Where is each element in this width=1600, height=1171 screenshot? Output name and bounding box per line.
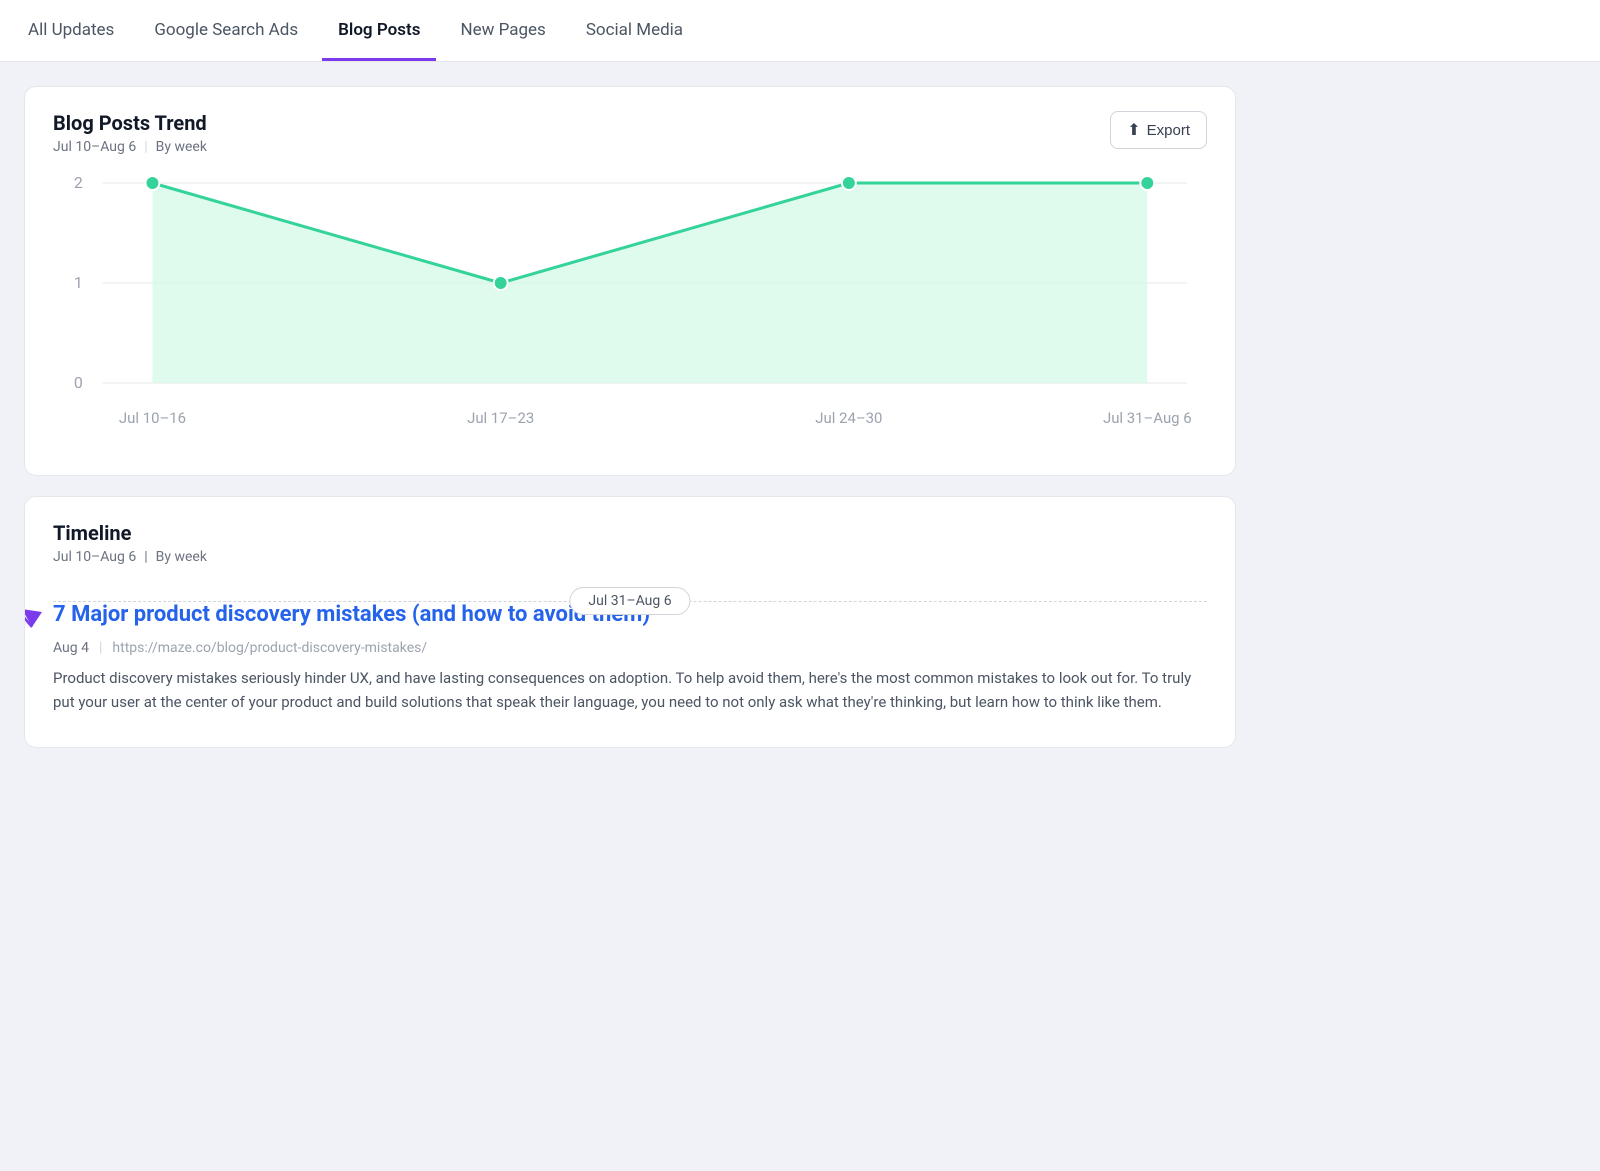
blog-post-url[interactable]: https://maze.co/blog/product-discovery-m… [112, 640, 427, 656]
timeline-separator: | [144, 549, 147, 565]
nav-tab-google-search-ads[interactable]: Google Search Ads [138, 0, 314, 61]
timeline-header: Timeline Jul 10–Aug 6 | By week [25, 497, 1235, 573]
svg-text:0: 0 [74, 373, 83, 392]
svg-text:Jul 31–Aug 6: Jul 31–Aug 6 [1103, 409, 1192, 427]
trend-date-range: Jul 10–Aug 6 [53, 139, 136, 155]
timeline-card: Timeline Jul 10–Aug 6 | By week Jul 31–A… [24, 496, 1236, 748]
export-button[interactable]: ⬆ Export [1110, 111, 1207, 149]
svg-text:1: 1 [74, 273, 83, 292]
svg-text:Jul 10–16: Jul 10–16 [119, 409, 186, 427]
trend-card: Blog Posts Trend Jul 10–Aug 6 | By week … [24, 86, 1236, 476]
trend-card-title: Blog Posts Trend [53, 111, 207, 135]
timeline-subtitle: Jul 10–Aug 6 | By week [53, 549, 1207, 565]
blog-post-description: Product discovery mistakes seriously hin… [53, 666, 1207, 716]
svg-text:Jul 24–30: Jul 24–30 [815, 409, 882, 427]
timeline-date-range: Jul 10–Aug 6 [53, 549, 136, 565]
trend-by-week: By week [156, 139, 207, 155]
svg-text:Jul 17–23: Jul 17–23 [467, 409, 534, 427]
export-label: Export [1147, 122, 1190, 139]
chart-container: 2 1 0 Jul 10–16 Jul 17–23 Jul 24–30 [25, 163, 1235, 475]
trend-separator: | [144, 139, 147, 155]
export-icon: ⬆ [1127, 120, 1140, 140]
trend-card-subtitle: Jul 10–Aug 6 | By week [53, 139, 207, 155]
nav-tab-social-media[interactable]: Social Media [570, 0, 699, 61]
nav-tab-blog-posts[interactable]: Blog Posts [322, 0, 436, 61]
timeline-title: Timeline [53, 521, 1207, 545]
blog-post-meta: Aug 4 | https://maze.co/blog/product-dis… [53, 640, 1207, 656]
timeline-content: Jul 31–Aug 6 7 Major product discovery m… [25, 601, 1235, 747]
blog-post-meta-sep: | [99, 640, 102, 656]
trend-chart: 2 1 0 Jul 10–16 Jul 17–23 Jul 24–30 [53, 163, 1207, 443]
nav-tabs: All UpdatesGoogle Search AdsBlog PostsNe… [0, 0, 1600, 62]
blog-post-item: 7 Major product discovery mistakes (and … [53, 601, 1207, 715]
nav-tab-all-updates[interactable]: All Updates [24, 0, 130, 61]
timeline-by-week: By week [156, 549, 207, 565]
nav-tab-new-pages[interactable]: New Pages [444, 0, 561, 61]
svg-text:2: 2 [74, 173, 83, 192]
timeline-date-badge: Jul 31–Aug 6 [569, 587, 690, 615]
blog-post-date: Aug 4 [53, 640, 89, 656]
